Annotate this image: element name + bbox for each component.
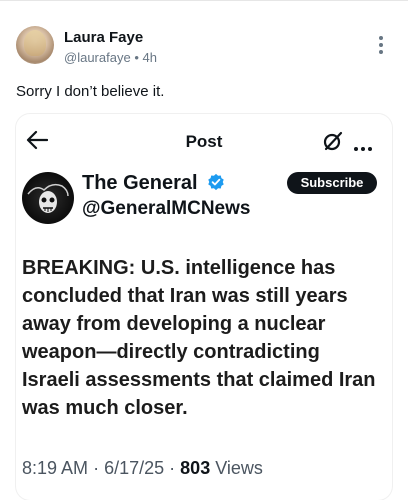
subscribe-button: Subscribe xyxy=(287,172,377,194)
account-name-text: The General xyxy=(82,172,198,194)
author-name[interactable]: Laura Faye xyxy=(64,29,143,46)
meta-dot: · xyxy=(93,458,100,478)
verified-badge-icon xyxy=(208,173,224,191)
avatar[interactable] xyxy=(16,26,54,64)
account-handle: @GeneralMCNews xyxy=(82,198,251,219)
grok-icon xyxy=(323,131,343,151)
tweet-body: BREAKING: U.S. intelligence has conclude… xyxy=(22,257,376,419)
account-name: The General xyxy=(82,172,225,195)
post-time[interactable]: 4h xyxy=(143,50,157,65)
views-count: 803 xyxy=(180,458,211,478)
account-avatar xyxy=(22,172,74,224)
meta-separator: • xyxy=(134,50,139,66)
meta-dot: · xyxy=(169,458,176,478)
author-meta: @laurafaye • 4h xyxy=(64,49,157,65)
author-handle[interactable]: @laurafaye xyxy=(64,50,131,65)
tweet-time: 8:19 AM xyxy=(22,458,89,478)
tweet-date: 6/17/25 xyxy=(104,458,165,478)
views-label: Views xyxy=(215,458,263,478)
more-vertical-icon[interactable] xyxy=(378,36,384,60)
top-divider xyxy=(0,0,408,1)
more-horizontal-icon xyxy=(354,138,378,151)
tweet-meta: 8:19 AM · 6/17/25 · 803 Views xyxy=(22,458,263,479)
embedded-screenshot[interactable]: Post The General @GeneralMCNews Subscrib… xyxy=(16,114,392,500)
post-text: Sorry I don’t believe it. xyxy=(16,83,165,100)
